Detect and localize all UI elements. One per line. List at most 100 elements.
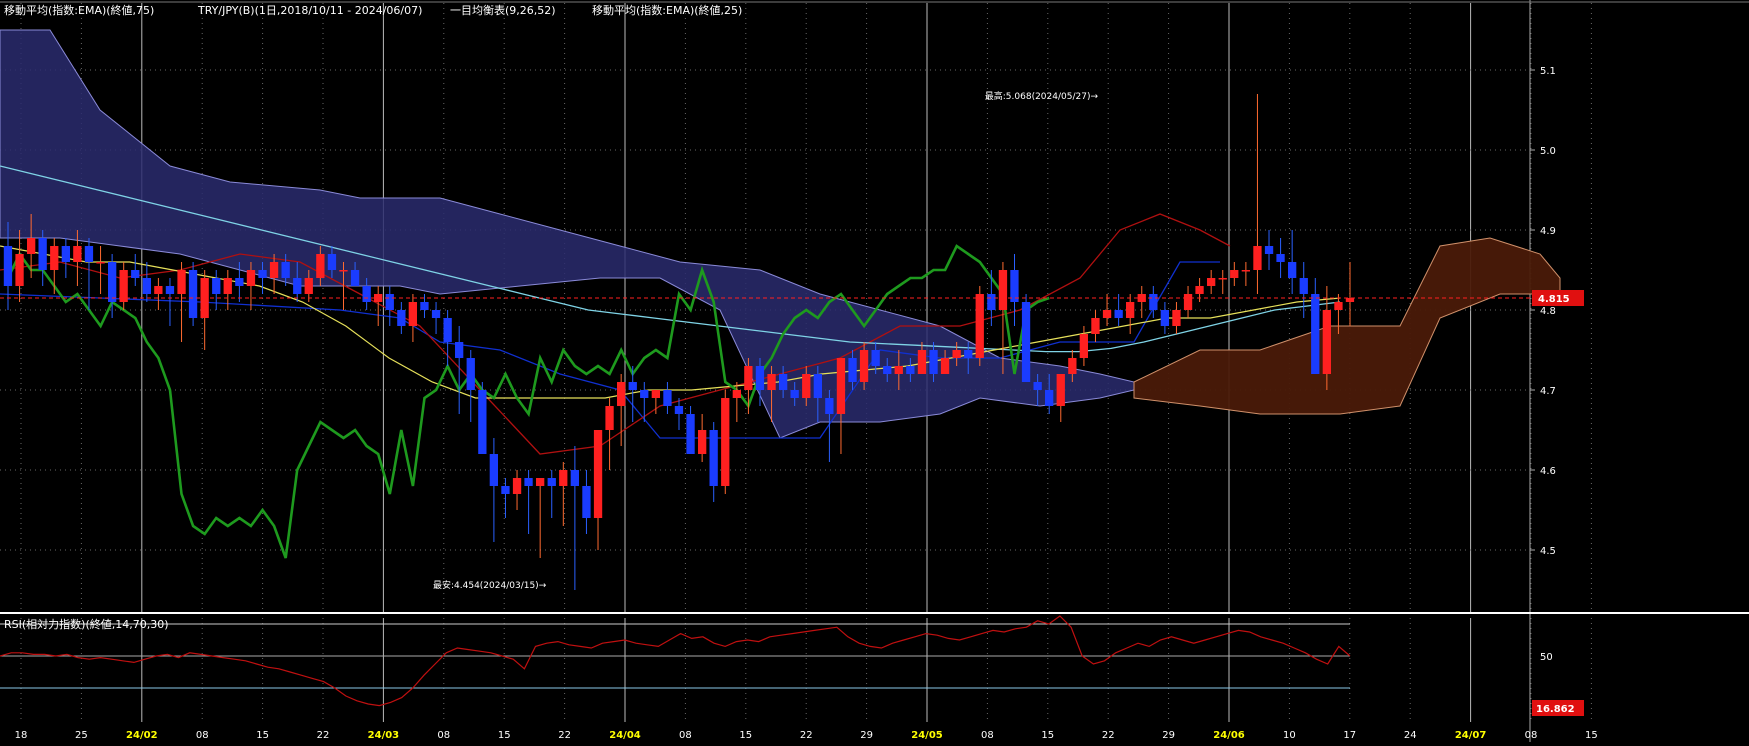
candle-body — [339, 270, 348, 272]
high-annotation: 最高:5.068(2024/05/27)→ — [985, 90, 1099, 102]
candle-body — [15, 254, 24, 286]
candle-body — [1056, 374, 1065, 406]
candle-body — [894, 366, 903, 374]
x-tick-label: 08 — [437, 730, 450, 741]
candle-body — [929, 350, 938, 374]
x-tick-label: 08 — [196, 730, 209, 741]
rsi-badge-text: 16.862 — [1536, 704, 1575, 715]
candle-body — [721, 398, 730, 486]
candle-body — [582, 486, 591, 518]
y-tick-label: 4.7 — [1540, 386, 1556, 397]
candle-body — [177, 270, 186, 294]
x-tick-label: 18 — [15, 730, 28, 741]
candle-body — [131, 270, 140, 278]
candle-body — [836, 358, 846, 414]
candle-body — [686, 414, 695, 454]
candle-body — [350, 270, 360, 286]
chart-root: 18 25 24/02 08 15 22 24/03 08 15 22 24/04 08 15 22 29 2… — [0, 0, 1749, 742]
candle-body — [119, 270, 128, 302]
candle-body — [1068, 358, 1077, 374]
price-badge-text: 4.815 — [1538, 294, 1570, 305]
pair-label: TRY/JPY(B)(1日,2018/10/11 - 2024/06/07) — [198, 4, 423, 17]
candle-body — [142, 278, 151, 294]
candle-body — [61, 246, 70, 262]
candle-body — [108, 262, 117, 302]
candle-body — [825, 398, 834, 414]
candle-body — [779, 374, 788, 390]
candle-body — [1183, 294, 1193, 310]
rsi-label: RSI(相対力指数)(終値,14,70,30) — [4, 618, 169, 631]
candle-body — [871, 350, 880, 366]
x-tick-label: 15 — [256, 730, 269, 741]
candle-body — [489, 454, 498, 486]
candle-body — [316, 254, 325, 278]
candle-body — [859, 350, 869, 382]
y-tick-label: 5.1 — [1540, 66, 1556, 77]
candle-body — [385, 294, 394, 310]
candle-body — [1079, 334, 1088, 358]
candle-body — [848, 358, 857, 382]
candle-body — [1345, 298, 1355, 302]
candle-body — [1114, 310, 1123, 318]
candle-body — [397, 310, 406, 326]
candle-body — [767, 374, 776, 390]
candle-body — [223, 278, 232, 294]
candle-body — [1241, 270, 1250, 272]
x-tick-label: 24/05 — [911, 730, 943, 741]
candle-body — [1264, 246, 1274, 254]
candle-body — [408, 302, 417, 326]
candle-body — [84, 246, 94, 262]
x-tick-label: 15 — [498, 730, 511, 741]
y-tick-label: 5.0 — [1540, 146, 1556, 157]
candle-body — [3, 246, 13, 286]
candle-body — [362, 286, 371, 302]
candle-body — [269, 262, 279, 278]
x-tick-label: 24/07 — [1455, 730, 1487, 741]
candle-body — [744, 366, 753, 390]
candle-body — [663, 390, 672, 406]
candle-body — [1322, 310, 1331, 374]
candle-body — [987, 294, 996, 310]
candle-body — [1334, 302, 1343, 310]
x-tick-label: 29 — [860, 730, 873, 741]
candle-body — [431, 310, 441, 318]
candle-body — [154, 286, 163, 294]
candle-body — [420, 302, 429, 310]
ema25-label: 移動平均(指数:EMA)(終値,25) — [592, 4, 743, 17]
candle-body — [188, 270, 198, 318]
candle-body — [570, 470, 579, 486]
candle-body — [281, 262, 290, 278]
candle-body — [1160, 310, 1169, 326]
candle-body — [1195, 286, 1204, 294]
candle-body — [1299, 278, 1308, 294]
candle-body — [906, 366, 915, 374]
candle-body — [536, 478, 545, 486]
x-tick-label: 22 — [1102, 730, 1115, 741]
candle-body — [559, 470, 568, 486]
candle-body — [1149, 294, 1158, 310]
candle-body — [790, 390, 799, 398]
candle-body — [674, 406, 684, 414]
candle-body — [1230, 270, 1239, 278]
candle-body — [917, 350, 927, 374]
candle-body — [96, 262, 105, 264]
x-tick-label: 24/02 — [126, 730, 158, 741]
candle-body — [952, 350, 961, 358]
candle-body — [455, 342, 464, 358]
candle-body — [50, 246, 59, 270]
x-tick-label: 29 — [1162, 730, 1175, 741]
ema75-label: 移動平均(指数:EMA)(終値,75) — [4, 4, 155, 17]
candle-body — [651, 390, 660, 398]
y-tick-label: 4.6 — [1540, 466, 1556, 477]
rsi-tick-label: 50 — [1540, 652, 1553, 663]
candle-body — [698, 430, 707, 454]
x-tick-label: 17 — [1343, 730, 1356, 741]
candle-body — [1102, 310, 1112, 318]
candle-body — [27, 238, 36, 254]
candle-body — [617, 382, 626, 406]
candle-body — [235, 278, 244, 286]
ichimoku-label: 一目均衡表(9,26,52) — [450, 4, 556, 17]
candle-body — [524, 478, 533, 486]
candle-body — [1253, 246, 1262, 270]
x-tick-label: 08 — [981, 730, 994, 741]
